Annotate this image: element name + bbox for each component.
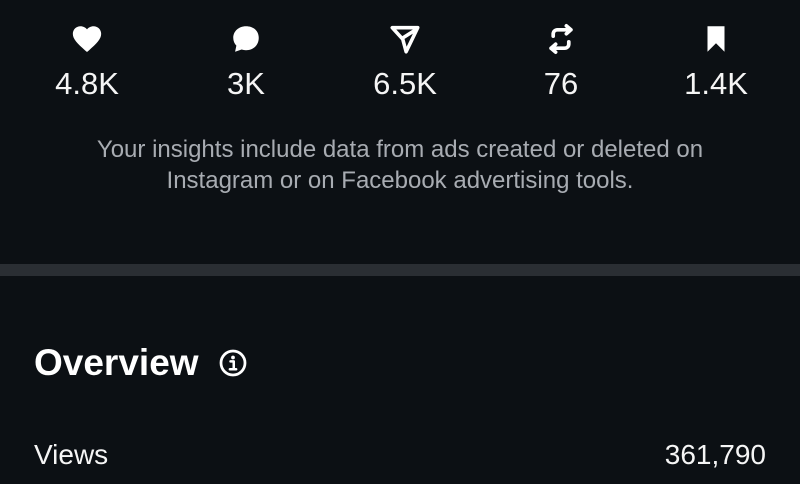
info-icon[interactable] <box>218 348 248 378</box>
bookmark-icon <box>699 22 733 56</box>
engagement-stats: 4.8K 3K 6.5K 76 1.4K <box>0 0 800 110</box>
overview-title: Overview <box>34 342 199 383</box>
shares-count: 6.5K <box>373 66 437 101</box>
shares-stat: 6.5K <box>350 22 460 110</box>
views-label: Views <box>34 439 109 470</box>
likes-stat: 4.8K <box>32 22 142 110</box>
views-value: 361,790 <box>664 439 766 470</box>
reposts-stat: 76 <box>506 22 616 110</box>
repost-icon <box>544 22 578 56</box>
heart-icon <box>70 22 104 56</box>
comment-icon <box>229 22 263 56</box>
saves-stat: 1.4K <box>661 22 771 110</box>
views-row[interactable]: Views 361,790 <box>34 438 766 472</box>
section-divider <box>0 264 800 276</box>
comments-count: 3K <box>227 66 265 101</box>
ads-insights-note: Your insights include data from ads crea… <box>96 136 704 194</box>
comments-stat: 3K <box>191 22 301 110</box>
likes-count: 4.8K <box>55 66 119 101</box>
send-icon <box>388 22 422 56</box>
saves-count: 1.4K <box>684 66 748 101</box>
insights-screen: 4.8K 3K 6.5K 76 1.4K Your insights inclu… <box>0 0 800 484</box>
reposts-count: 76 <box>543 66 579 101</box>
overview-header: Overview <box>34 341 248 385</box>
